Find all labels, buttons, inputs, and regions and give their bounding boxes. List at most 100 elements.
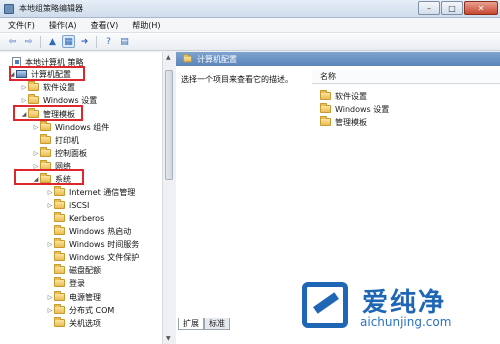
show-tree-icon[interactable]: ▦: [62, 35, 75, 48]
highlight-computer-config: [9, 66, 85, 81]
folder-icon: [183, 54, 192, 63]
menu-help[interactable]: 帮助(H): [132, 20, 160, 31]
tree-item-label: 登录: [69, 278, 85, 288]
tree-item-label: 电源管理: [69, 292, 101, 302]
tree-item-kerberos[interactable]: Kerberos: [46, 212, 104, 224]
back-arrow-icon[interactable]: ⇦: [6, 35, 19, 48]
up-folder-icon[interactable]: ▲: [46, 35, 59, 48]
folder-icon: [28, 94, 39, 104]
list-item-label: Windows 设置: [335, 104, 390, 114]
tree-item-label: Windows 设置: [43, 95, 98, 105]
brand-logo-icon: [302, 282, 348, 328]
menu-action[interactable]: 操作(A): [49, 20, 77, 31]
column-header-name[interactable]: 名称: [312, 70, 500, 84]
tree-item-windows-time-service[interactable]: ▷ Windows 时间服务: [46, 238, 139, 250]
list-item-windows-settings[interactable]: Windows 设置: [320, 103, 389, 115]
tree-item-disk-quota[interactable]: 磁盘配额: [46, 264, 101, 276]
folder-icon: [54, 199, 65, 209]
folder-icon: [320, 90, 331, 100]
forward-arrow-icon[interactable]: ⇨: [22, 35, 35, 48]
folder-icon: [54, 291, 65, 301]
tree-item-label: 软件设置: [43, 82, 75, 92]
tree-scrollbar[interactable]: ▲ ▼: [162, 52, 175, 344]
folder-icon: [54, 238, 65, 248]
details-header-title: 计算机配置: [197, 54, 237, 64]
tree-item-control-panel[interactable]: ▷ 控制面板: [32, 147, 87, 159]
expand-arrow-icon[interactable]: ▷: [46, 307, 54, 314]
expand-arrow-icon[interactable]: ▷: [20, 97, 28, 104]
expand-arrow-icon[interactable]: ▷: [32, 150, 40, 157]
tree-item-label: Windows 热启动: [69, 226, 132, 236]
folder-icon: [54, 264, 65, 274]
expand-arrow-icon[interactable]: ▷: [46, 294, 54, 301]
tree-item-software-settings[interactable]: ▷ 软件设置: [20, 81, 75, 93]
tree-item-label: 分布式 COM: [69, 305, 115, 315]
expand-arrow-icon[interactable]: ▷: [20, 84, 28, 91]
scroll-down-arrow-icon[interactable]: ▼: [166, 335, 171, 342]
tab-extended[interactable]: 扩展: [178, 318, 204, 330]
folder-icon: [54, 304, 65, 314]
expand-arrow-icon[interactable]: ▷: [46, 202, 54, 209]
tree-item-logon[interactable]: 登录: [46, 277, 85, 289]
menu-bar: 文件(F) 操作(A) 查看(V) 帮助(H): [0, 18, 500, 33]
folder-icon: [54, 317, 65, 327]
folder-icon: [320, 103, 331, 113]
folder-icon: [40, 134, 51, 144]
highlight-system: [14, 169, 84, 185]
folder-icon: [54, 251, 65, 261]
tree-item-label: 控制面板: [55, 148, 87, 158]
view-icon[interactable]: ▤: [118, 35, 131, 48]
window-title: 本地组策略编辑器: [19, 4, 83, 13]
item-list: 名称 软件设置 Windows 设置 管理模板: [312, 70, 500, 300]
expand-arrow-icon[interactable]: ▷: [46, 189, 54, 196]
tree-item-windows-file-protection[interactable]: Windows 文件保护: [46, 251, 139, 263]
watermark-logo: 爱纯净 aichunjing.com: [302, 282, 498, 342]
details-header: 计算机配置: [176, 52, 500, 66]
close-button[interactable]: ✕: [464, 1, 498, 15]
tree-item-label: Windows 文件保护: [69, 252, 140, 262]
folder-icon: [54, 277, 65, 287]
expand-arrow-icon[interactable]: ▷: [32, 124, 40, 131]
tree-item-label: Kerberos: [69, 213, 105, 223]
toolbar-separator: [96, 35, 97, 48]
tree-item-iscsi[interactable]: ▷ iSCSI: [46, 199, 89, 211]
highlight-admin-templates: [13, 105, 83, 121]
scrollbar-thumb[interactable]: [165, 70, 173, 180]
tab-standard[interactable]: 标准: [204, 318, 230, 330]
folder-icon: [54, 186, 65, 196]
folder-icon: [40, 121, 51, 131]
maximize-button[interactable]: □: [441, 1, 463, 15]
tree-item-label: 关机选项: [69, 318, 101, 328]
window-controls: – □ ✕: [418, 1, 498, 15]
tree-item-windows-components[interactable]: ▷ Windows 组件: [32, 121, 109, 133]
folder-icon: [54, 225, 65, 235]
folder-icon: [40, 147, 51, 157]
app-icon: [4, 3, 14, 14]
help-icon[interactable]: ?: [102, 35, 115, 48]
tree-item-distributed-com[interactable]: ▷ 分布式 COM: [46, 304, 114, 316]
tree-item-label: Internet 通信管理: [69, 187, 136, 197]
tree-item-printers[interactable]: 打印机: [32, 134, 79, 146]
list-item-label: 管理模板: [335, 117, 367, 127]
export-icon[interactable]: ➜: [78, 35, 91, 48]
tree-item-label: iSCSI: [69, 200, 90, 210]
watermark-brand: 爱纯净: [362, 288, 447, 318]
toolbar: ⇦ ⇨ ▲ ▦ ➜ ? ▤: [0, 33, 500, 51]
folder-icon: [28, 81, 39, 91]
scroll-up-arrow-icon[interactable]: ▲: [166, 54, 171, 61]
expand-arrow-icon[interactable]: ▷: [46, 241, 54, 248]
tree-item-label: 打印机: [55, 135, 79, 145]
tree-item-power-management[interactable]: ▷ 电源管理: [46, 291, 101, 303]
tree-pane[interactable]: 本地计算机 策略 ◢ 计算机配置 ▷ 软件设置 ▷ Windows 设置 ◢ 管…: [0, 52, 175, 344]
minimize-button[interactable]: –: [418, 1, 440, 15]
list-item-software-settings[interactable]: 软件设置: [320, 90, 367, 102]
tree-item-internet-comm[interactable]: ▷ Internet 通信管理: [46, 186, 135, 198]
tree-item-label: Windows 时间服务: [69, 239, 140, 249]
tree-item-shutdown-options[interactable]: 关机选项: [46, 317, 101, 329]
menu-file[interactable]: 文件(F): [8, 20, 35, 31]
list-item-admin-templates[interactable]: 管理模板: [320, 116, 367, 128]
tree-item-windows-hot-start[interactable]: Windows 热启动: [46, 225, 131, 237]
menu-view[interactable]: 查看(V): [91, 20, 119, 31]
toolbar-separator: [40, 35, 41, 48]
list-item-label: 软件设置: [335, 91, 367, 101]
